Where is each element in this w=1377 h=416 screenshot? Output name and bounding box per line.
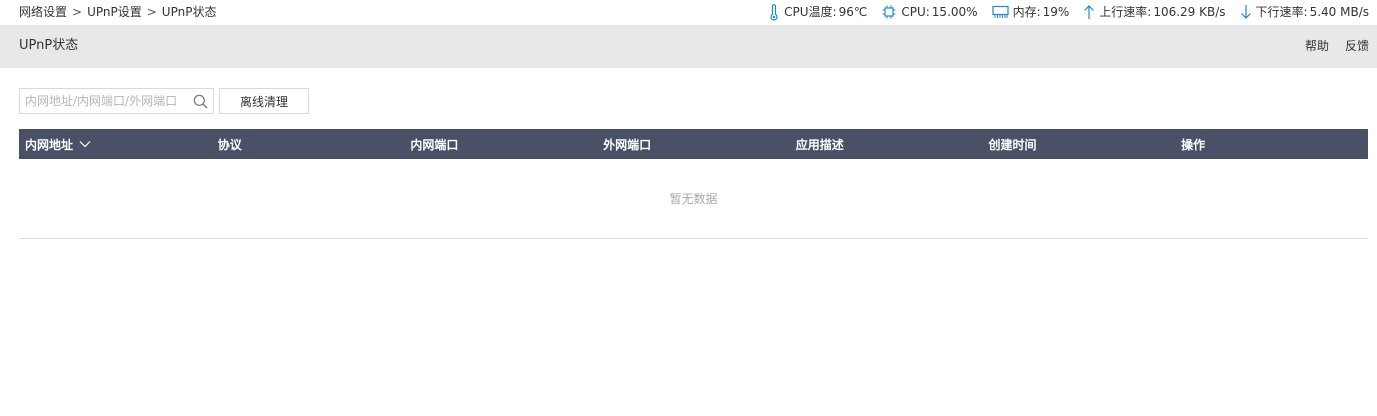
upload-rate-label: 上行速率: — [1099, 5, 1152, 19]
cpu-usage-label: CPU: — [901, 5, 930, 19]
page-header: UPnP状态 帮助 反馈 — [0, 25, 1377, 68]
search-input[interactable] — [20, 89, 188, 113]
upload-rate-value: 106.29 KB/s — [1153, 5, 1226, 19]
breadcrumb-separator: > — [146, 5, 157, 19]
feedback-link[interactable]: 反馈 — [1345, 38, 1369, 54]
column-header-external-port: 外网端口 — [597, 136, 790, 153]
upload-rate-stat: 上行速率: 106.29 KB/s — [1083, 3, 1226, 21]
search-icon[interactable] — [193, 94, 208, 109]
breadcrumb-upnp-settings[interactable]: UPnP设置 — [87, 4, 142, 20]
search-box — [19, 88, 214, 114]
help-link[interactable]: 帮助 — [1305, 38, 1329, 54]
download-rate-value: 5.40 MB/s — [1309, 5, 1369, 19]
column-header-label: 协议 — [217, 137, 242, 152]
table-header: 内网地址 协议 内网端口 外网端口 应用描述 创建时间 操作 — [19, 129, 1368, 159]
column-header-label: 外网端口 — [603, 137, 652, 152]
page-title: UPnP状态 — [19, 38, 79, 53]
download-rate-label: 下行速率: — [1255, 5, 1308, 19]
column-header-label: 操作 — [1181, 137, 1206, 152]
breadcrumb: 网络设置 > UPnP设置 > UPnP状态 — [19, 4, 216, 20]
memory-usage-label: 内存: — [1012, 5, 1041, 19]
column-header-protocol: 协议 — [212, 136, 405, 153]
column-header-actions: 操作 — [1175, 136, 1368, 153]
system-stats: CPU温度: 96℃ CPU: 15.00% 内存: 19% 上行速率: 106… — [754, 3, 1369, 21]
cpu-temperature-label: CPU温度: — [784, 5, 837, 19]
column-header-label: 创建时间 — [988, 137, 1037, 152]
column-header-internal-address[interactable]: 内网地址 — [19, 136, 212, 153]
memory-icon — [991, 5, 1009, 18]
cpu-usage-value: 15.00% — [931, 5, 978, 19]
column-header-label: 应用描述 — [795, 137, 844, 152]
cpu-chip-icon — [882, 5, 896, 19]
breadcrumb-separator: > — [72, 5, 83, 19]
table-empty-state: 暂无数据 — [19, 159, 1368, 239]
upnp-table: 内网地址 协议 内网端口 外网端口 应用描述 创建时间 操作 暂无数据 — [19, 129, 1368, 239]
memory-usage-value: 19% — [1042, 5, 1070, 19]
column-header-label: 内网端口 — [410, 137, 459, 152]
cpu-temperature-value: 96℃ — [838, 5, 868, 19]
header-links: 帮助 反馈 — [1289, 38, 1369, 54]
thermometer-icon — [770, 3, 778, 21]
top-status-bar: 网络设置 > UPnP设置 > UPnP状态 CPU温度: 96℃ CPU: 1… — [0, 0, 1377, 24]
arrow-down-icon — [1240, 5, 1251, 19]
column-header-internal-port: 内网端口 — [404, 136, 597, 153]
cpu-temperature-stat: CPU温度: 96℃ — [768, 3, 867, 21]
column-header-app-description: 应用描述 — [790, 136, 983, 153]
chevron-down-icon[interactable] — [79, 140, 91, 148]
breadcrumb-network-settings[interactable]: 网络设置 — [19, 4, 67, 20]
column-header-label: 内网地址 — [25, 137, 74, 152]
memory-usage-stat: 内存: 19% — [991, 3, 1070, 21]
column-header-created-time: 创建时间 — [982, 136, 1175, 153]
arrow-up-icon — [1084, 5, 1095, 19]
toolbar: 离线清理 — [19, 88, 309, 114]
breadcrumb-upnp-status: UPnP状态 — [161, 5, 217, 19]
cpu-usage-stat: CPU: 15.00% — [881, 3, 978, 21]
download-rate-stat: 下行速率: 5.40 MB/s — [1240, 3, 1369, 21]
clear-offline-button[interactable]: 离线清理 — [219, 88, 309, 114]
